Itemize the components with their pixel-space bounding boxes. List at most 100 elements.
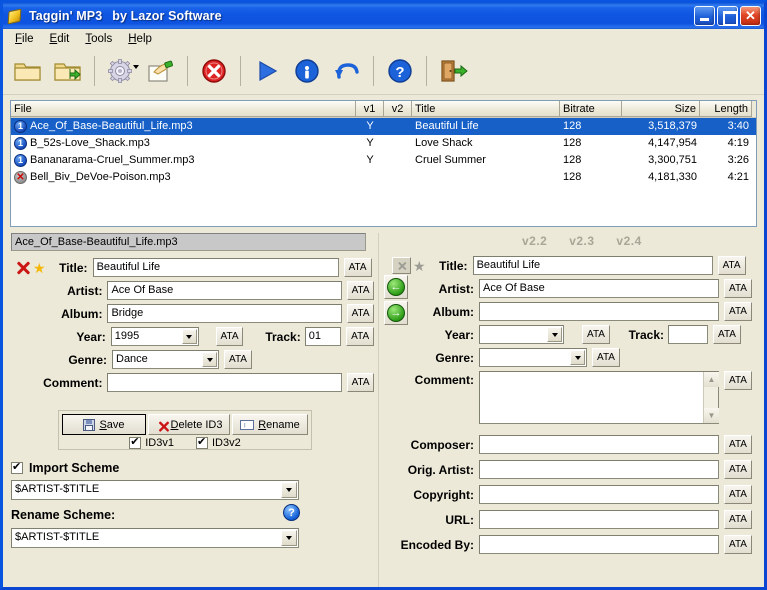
maximize-button[interactable] [717,6,738,26]
genre-ata-button[interactable]: ATA [224,350,252,369]
url-input[interactable] [479,510,719,529]
column-header-title[interactable]: Title [412,101,560,117]
table-row[interactable]: ✕ Bell_Biv_DeVoe-Poison.mp3 128 4,181,33… [11,169,756,186]
help-icon[interactable]: ? [283,504,300,521]
track-ata-button[interactable]: ATA [346,327,374,346]
open-folder-icon[interactable] [9,52,47,90]
checkbox-box[interactable] [129,435,142,449]
comment-ata-button[interactable]: ATA [724,371,752,390]
artist-ata-button[interactable]: ATA [347,281,374,300]
artist-input[interactable]: Ace Of Base [479,279,719,298]
track-ata-button[interactable]: ATA [713,325,741,344]
rename-button[interactable]: I Rename [232,414,308,435]
column-header-v1[interactable]: v1 [356,101,384,117]
menu-file[interactable]: File [8,31,41,47]
comment-textarea[interactable]: ▲ ▼ [479,371,719,424]
id3v1-checkbox[interactable]: ID3v1 [129,435,174,449]
table-row[interactable]: 1 Bananarama-Cruel_Summer.mp3 Y Cruel Su… [11,152,756,169]
chevron-down-icon[interactable] [547,327,562,342]
open-folder-arrow-icon[interactable] [49,52,87,90]
comment-input[interactable] [107,373,343,392]
scroll-down-icon[interactable]: ▼ [704,408,719,423]
undo-icon[interactable] [328,52,366,90]
file-list[interactable]: File v1 v2 Title Bitrate Size Length 1 A… [10,100,757,227]
comment-scrollbar[interactable]: ▲ ▼ [703,372,719,423]
encoded-by-ata-button[interactable]: ATA [724,535,752,554]
album-input[interactable]: Bridge [107,304,343,323]
table-row[interactable]: 1 Ace_Of_Base-Beautiful_Life.mp3 Y Beaut… [11,118,756,135]
column-header-v2[interactable]: v2 [384,101,412,117]
menu-help[interactable]: Help [121,31,159,47]
title-input[interactable]: Beautiful Life [92,258,339,277]
checkbox-box[interactable] [196,435,208,449]
exit-door-icon[interactable] [434,52,472,90]
favorite-star-icon[interactable]: ★ [33,261,46,275]
column-header-bitrate[interactable]: Bitrate [560,101,622,117]
orig-artist-ata-button[interactable]: ATA [724,460,752,479]
album-ata-button[interactable]: ATA [347,304,374,323]
year-ata-button[interactable]: ATA [582,325,610,344]
column-header-size[interactable]: Size [622,101,700,117]
artist-input[interactable]: Ace Of Base [107,281,343,300]
track-input[interactable]: 01 [304,327,342,346]
rename-scheme-label: Rename Scheme: [11,508,116,522]
import-scheme-checkbox[interactable]: Import Scheme [11,460,119,475]
help-icon[interactable]: ? [381,52,419,90]
year-ata-button[interactable]: ATA [215,327,244,346]
encoded-by-input[interactable] [479,535,719,554]
chevron-down-icon[interactable] [281,530,297,546]
comment-ata-button[interactable]: ATA [347,373,374,392]
delete-id3-button[interactable]: Delete ID3 [148,414,230,435]
title-ata-button[interactable]: ATA [717,256,746,275]
id3v2-panel: v2.2 v2.3 v2.4 ★ Title: Beautiful Life A… [374,233,764,587]
table-row[interactable]: 1 B_52s-Love_Shack.mp3 Y Love Shack 128 … [11,135,756,152]
album-ata-button[interactable]: ATA [724,302,752,321]
column-header-length[interactable]: Length [700,101,752,117]
delete-tag-grey-x-button[interactable] [392,257,411,274]
gear-options-icon[interactable] [102,52,140,90]
tab-v22[interactable]: v2.2 [522,234,547,248]
genre-combo[interactable] [479,348,587,367]
grey-star-icon[interactable]: ★ [413,259,426,273]
chevron-down-icon[interactable] [202,352,217,367]
artist-ata-button[interactable]: ATA [724,279,752,298]
year-combo[interactable]: 1995 [110,327,199,346]
genre-combo[interactable]: Dance [112,350,219,369]
delete-tag-red-x-icon[interactable] [15,260,31,276]
copyright-ata-button[interactable]: ATA [724,485,752,504]
checkbox-box[interactable] [11,460,23,474]
album-input[interactable] [479,302,719,321]
orig-artist-input[interactable] [479,460,719,479]
tab-v24[interactable]: v2.4 [616,234,641,248]
chevron-down-icon[interactable] [181,329,197,344]
info-icon[interactable] [288,52,326,90]
id3v2-checkbox[interactable]: ID3v2 [196,435,241,449]
scroll-up-icon[interactable]: ▲ [704,372,719,387]
delete-red-x-icon[interactable] [195,52,233,90]
chevron-down-icon[interactable] [133,65,139,69]
track-input[interactable] [668,325,708,344]
genre-ata-button[interactable]: ATA [592,348,620,367]
chevron-down-icon[interactable] [570,350,585,365]
close-button[interactable] [740,6,761,26]
title-bar: Taggin' MP3 by Lazor Software [3,3,764,29]
menu-tools[interactable]: Tools [78,31,119,47]
title-input[interactable]: Beautiful Life [472,256,713,275]
chevron-down-icon[interactable] [281,482,297,498]
rename-scheme-combo[interactable]: $ARTIST-$TITLE [11,528,299,548]
url-ata-button[interactable]: ATA [724,510,752,529]
composer-ata-button[interactable]: ATA [724,435,752,454]
save-button[interactable]: Save [62,414,146,435]
year-combo[interactable] [479,325,564,344]
composer-input[interactable] [479,435,719,454]
play-icon[interactable] [248,52,286,90]
menu-edit[interactable]: Edit [43,31,77,47]
copyright-input[interactable] [479,485,719,504]
hand-write-icon[interactable] [142,52,180,90]
tab-v23[interactable]: v2.3 [569,234,594,248]
application-window: Taggin' MP3 by Lazor Software File Edit T… [0,0,767,590]
minimize-button[interactable] [694,6,715,26]
import-scheme-combo[interactable]: $ARTIST-$TITLE [11,480,299,500]
title-ata-button[interactable]: ATA [343,258,372,277]
column-header-file[interactable]: File [11,101,356,117]
